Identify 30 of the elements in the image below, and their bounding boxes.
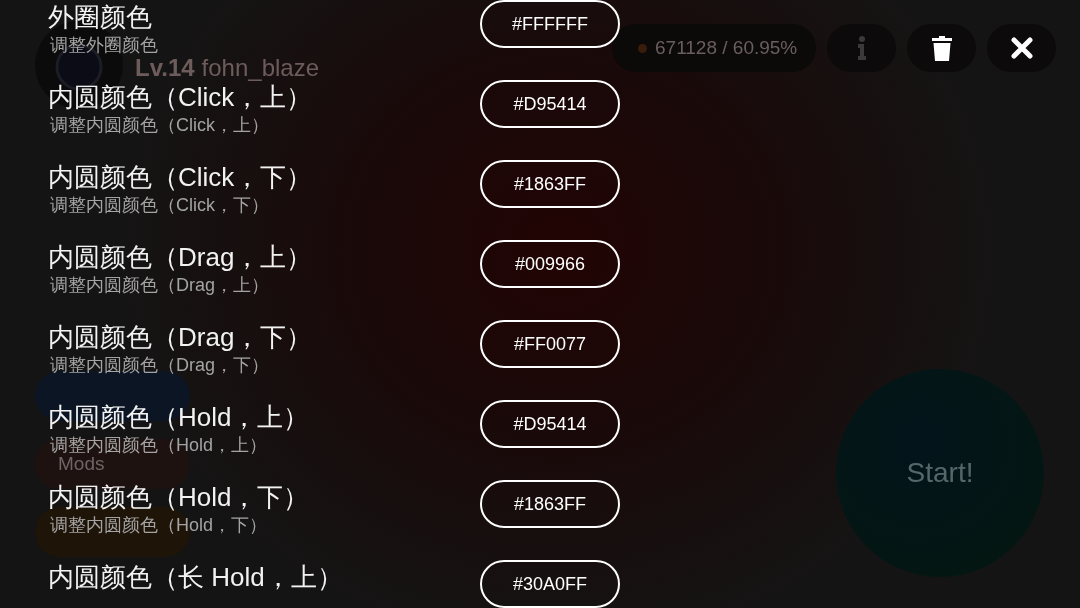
setting-description: 调整外圈颜色	[50, 34, 158, 56]
setting-title: 内圆颜色（Hold，上）	[48, 402, 310, 432]
setting-title: 内圆颜色（Click，下）	[48, 162, 313, 192]
color-value-button[interactable]: #D95414	[480, 80, 620, 128]
setting-title: 内圆颜色（Drag，下）	[48, 322, 313, 352]
setting-title: 内圆颜色（Drag，上）	[48, 242, 313, 272]
color-value-button[interactable]: #1863FF	[480, 160, 620, 208]
color-value-button[interactable]: #30A0FF	[480, 560, 620, 608]
close-icon	[1010, 37, 1033, 59]
setting-description: 调整内圆颜色（Drag，上）	[50, 274, 269, 296]
trash-button[interactable]	[907, 24, 976, 72]
username-label: fohn_blaze	[201, 54, 320, 82]
info-icon	[856, 36, 867, 60]
level-label: Lv.14	[135, 54, 195, 82]
setting-description: 调整内圆颜色（Click，下）	[50, 194, 269, 216]
setting-title: 外圈颜色	[48, 2, 152, 32]
color-value-button[interactable]: #FFFFFF	[480, 0, 620, 48]
color-value-button[interactable]: #D95414	[480, 400, 620, 448]
dot-icon	[638, 43, 647, 53]
setting-title: 内圆颜色（Click，上）	[48, 82, 313, 112]
color-value-button[interactable]: #FF0077	[480, 320, 620, 368]
setting-description: 调整内圆颜色（Click，上）	[50, 114, 269, 136]
score-text: 671128 / 60.95%	[655, 37, 798, 59]
setting-description: 调整内圆颜色（Hold，下）	[50, 514, 268, 536]
trash-icon	[931, 35, 952, 61]
color-value-button[interactable]: #009966	[480, 240, 620, 288]
setting-description: 调整内圆颜色（Drag，下）	[50, 354, 269, 376]
color-value-button[interactable]: #1863FF	[480, 480, 620, 528]
close-button[interactable]	[987, 24, 1056, 72]
setting-title: 内圆颜色（长 Hold，上）	[48, 562, 343, 592]
